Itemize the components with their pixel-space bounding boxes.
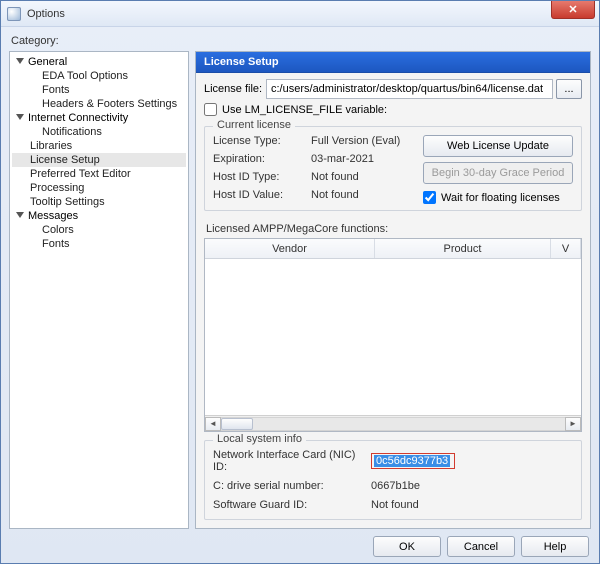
scroll-track[interactable] — [221, 417, 565, 431]
license-file-input[interactable] — [266, 79, 553, 99]
tree-label: Messages — [28, 210, 78, 222]
category-label: Category: — [11, 35, 591, 47]
titlebar[interactable]: Options ✕ — [1, 1, 599, 27]
grace-period-button: Begin 30-day Grace Period — [423, 162, 573, 184]
sysinfo-legend: Local system info — [213, 433, 306, 445]
use-env-checkbox[interactable] — [204, 103, 217, 116]
col-v[interactable]: V — [551, 239, 581, 258]
tree-item-headers-footers[interactable]: Headers & Footers Settings — [12, 97, 186, 111]
wait-floating-checkbox[interactable] — [423, 191, 436, 204]
dialog-footer: OK Cancel Help — [373, 536, 589, 557]
col-vendor[interactable]: Vendor — [205, 239, 375, 258]
options-window: Options ✕ Category: General EDA Tool Opt… — [0, 0, 600, 564]
label-expiration: Expiration: — [213, 153, 303, 165]
browse-button[interactable]: ... — [556, 79, 582, 99]
category-tree[interactable]: General EDA Tool Options Fonts Headers &… — [9, 51, 189, 529]
sg-label: Software Guard ID: — [213, 499, 371, 511]
tree-group-internet[interactable]: Internet Connectivity — [12, 111, 186, 125]
settings-panel: License Setup License file: ... Use LM_L… — [195, 51, 591, 529]
tree-item-libraries[interactable]: Libraries — [12, 139, 186, 153]
label-hostid-value: Host ID Value: — [213, 189, 303, 201]
chevron-down-icon — [16, 212, 24, 220]
app-icon — [7, 7, 21, 21]
table-body — [205, 259, 581, 415]
tree-item-license-setup[interactable]: License Setup — [12, 153, 186, 167]
chevron-down-icon — [16, 58, 24, 66]
nic-value[interactable]: 0c56dc9377b3 — [374, 455, 450, 467]
cancel-button[interactable]: Cancel — [447, 536, 515, 557]
nic-label: Network Interface Card (NIC) ID: — [213, 449, 371, 473]
license-file-label: License file: — [204, 83, 266, 95]
table-header: Vendor Product V — [205, 239, 581, 259]
tree-group-messages[interactable]: Messages — [12, 209, 186, 223]
use-env-label: Use LM_LICENSE_FILE variable: — [222, 104, 387, 116]
tree-item-msg-fonts[interactable]: Fonts — [12, 237, 186, 251]
ellipsis-icon: ... — [564, 83, 573, 95]
licensed-functions-table[interactable]: Vendor Product V ◄ ► — [204, 238, 582, 432]
cdrive-value: 0667b1be — [371, 480, 420, 492]
tree-item-tooltip-settings[interactable]: Tooltip Settings — [12, 195, 186, 209]
current-license-group: Current license License Type: Expiration… — [204, 126, 582, 211]
licensed-functions-label: Licensed AMPP/MegaCore functions: — [206, 223, 582, 235]
tree-label: Internet Connectivity — [28, 112, 128, 124]
value-hostid-type: Not found — [311, 171, 415, 183]
value-license-type: Full Version (Eval) — [311, 135, 415, 147]
tree-item-preferred-text-editor[interactable]: Preferred Text Editor — [12, 167, 186, 181]
local-system-info-group: Local system info Network Interface Card… — [204, 440, 582, 520]
wait-floating-label: Wait for floating licenses — [441, 192, 560, 204]
close-button[interactable]: ✕ — [551, 1, 595, 19]
help-button[interactable]: Help — [521, 536, 589, 557]
close-icon: ✕ — [568, 3, 577, 16]
horizontal-scrollbar[interactable]: ◄ ► — [205, 415, 581, 431]
col-product[interactable]: Product — [375, 239, 551, 258]
label-hostid-type: Host ID Type: — [213, 171, 303, 183]
tree-item-fonts[interactable]: Fonts — [12, 83, 186, 97]
ok-button[interactable]: OK — [373, 536, 441, 557]
tree-item-colors[interactable]: Colors — [12, 223, 186, 237]
tree-group-general[interactable]: General — [12, 55, 186, 69]
nic-value-box: 0c56dc9377b3 — [371, 453, 455, 469]
tree-item-notifications[interactable]: Notifications — [12, 125, 186, 139]
sg-value: Not found — [371, 499, 419, 511]
chevron-down-icon — [16, 114, 24, 122]
scroll-left-button[interactable]: ◄ — [205, 417, 221, 431]
current-license-legend: Current license — [213, 119, 295, 131]
tree-label: General — [28, 56, 67, 68]
section-header: License Setup — [196, 52, 590, 73]
cdrive-label: C: drive serial number: — [213, 480, 371, 492]
value-expiration: 03-mar-2021 — [311, 153, 415, 165]
label-license-type: License Type: — [213, 135, 303, 147]
scroll-thumb[interactable] — [221, 418, 253, 430]
tree-item-eda-tool-options[interactable]: EDA Tool Options — [12, 69, 186, 83]
scroll-right-button[interactable]: ► — [565, 417, 581, 431]
web-license-update-button[interactable]: Web License Update — [423, 135, 573, 157]
tree-item-processing[interactable]: Processing — [12, 181, 186, 195]
value-hostid-value: Not found — [311, 189, 415, 201]
window-title: Options — [27, 8, 65, 20]
